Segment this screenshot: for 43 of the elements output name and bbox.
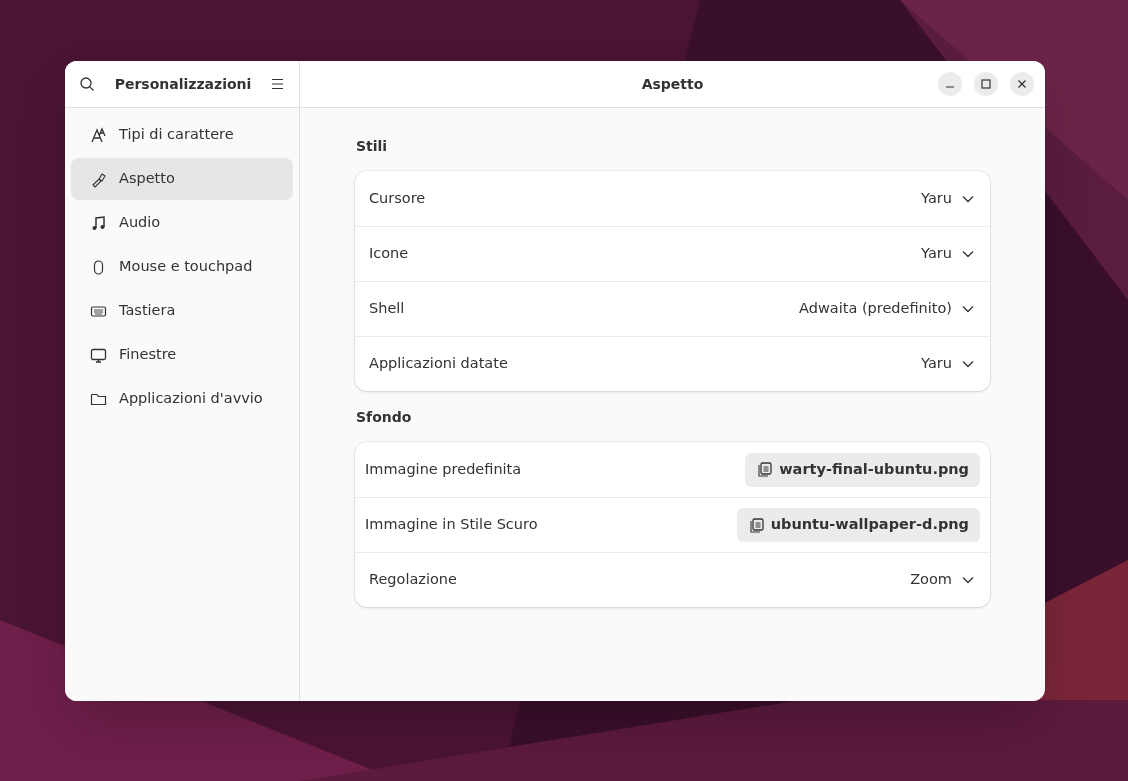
dropdown[interactable]: Adwaita (predefinito) <box>799 298 974 320</box>
monitor-icon <box>90 346 107 364</box>
sidebar-item[interactable]: Mouse e touchpad <box>71 246 293 288</box>
chevron-down-icon <box>962 194 974 203</box>
close-icon <box>1017 79 1027 89</box>
row-label: Shell <box>369 299 405 319</box>
font-icon <box>90 126 107 144</box>
file-button[interactable]: warty-final-ubuntu.png <box>745 452 980 487</box>
sidebar-item[interactable]: Applicazioni d'avvio <box>71 378 293 420</box>
dropdown[interactable]: Yaru <box>921 187 974 210</box>
section-heading: Sfondo <box>355 408 413 427</box>
sidebar-item[interactable]: Finestre <box>71 334 293 376</box>
close-button[interactable] <box>1010 72 1034 96</box>
music-note-icon <box>90 214 107 232</box>
sidebar-item[interactable]: Tipi di carattere <box>71 114 293 156</box>
section-heading: Stili <box>355 137 389 156</box>
dropdown[interactable]: Yaru <box>921 243 974 265</box>
row-label: Cursore <box>369 188 426 208</box>
minimize-button[interactable] <box>938 72 962 96</box>
minimize-icon <box>946 86 954 88</box>
row-label: Regolazione <box>369 570 457 590</box>
maximize-button[interactable] <box>974 72 998 96</box>
menu-icon[interactable] <box>271 78 285 90</box>
file-icon <box>756 461 774 478</box>
chevron-down-icon <box>962 360 974 368</box>
row-label: Applicazioni datate <box>369 354 508 374</box>
window-title: Aspetto <box>641 74 704 94</box>
row-label: Icone <box>369 244 409 264</box>
sidebar-item[interactable]: Audio <box>71 202 293 244</box>
row-label: Immagine in Stile Scuro <box>365 515 538 535</box>
dropdown[interactable]: Zoom <box>910 569 974 591</box>
file-button[interactable]: ubuntu-wallpaper-d.png <box>736 508 980 542</box>
sidebar-title: Personalizzazioni <box>114 74 252 94</box>
maximize-icon <box>981 79 991 89</box>
chevron-down-icon <box>962 250 974 258</box>
row-label: Immagine predefinita <box>365 459 522 479</box>
chevron-down-icon <box>962 305 974 313</box>
dropdown[interactable]: Yaru <box>921 353 974 375</box>
search-icon[interactable] <box>79 76 95 92</box>
sidebar-item[interactable]: Aspetto <box>71 158 293 200</box>
sidebar-item[interactable]: Tastiera <box>71 290 293 332</box>
chevron-down-icon <box>962 576 974 584</box>
file-icon <box>747 516 765 534</box>
